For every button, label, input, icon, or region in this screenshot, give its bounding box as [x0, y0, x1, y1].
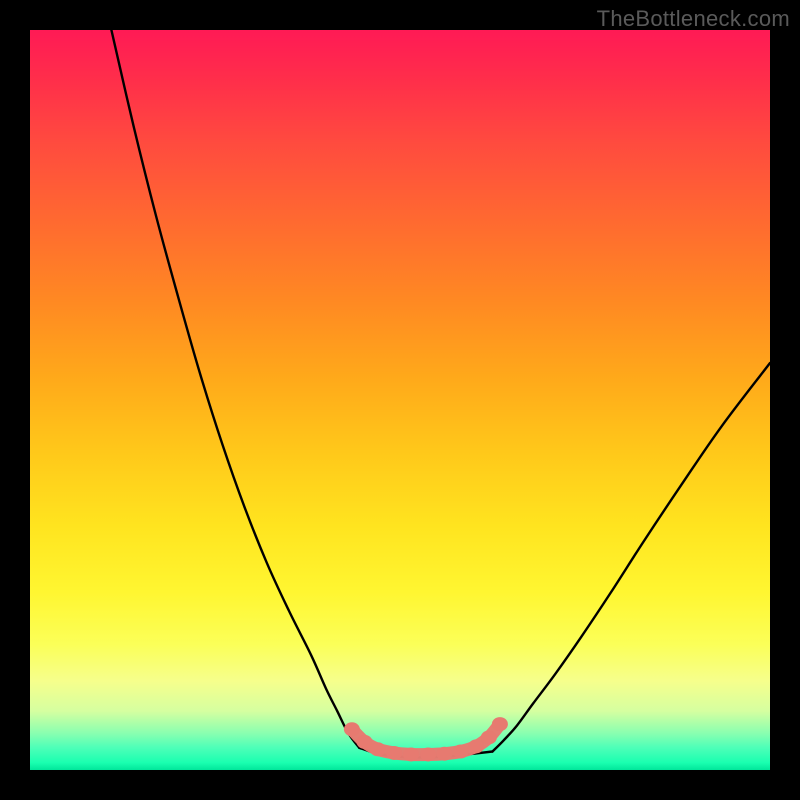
valley-markers: [344, 717, 508, 761]
valley-marker: [370, 742, 386, 756]
series-right-curve: [493, 363, 771, 752]
valley-marker: [468, 739, 484, 753]
valley-marker: [386, 746, 402, 760]
valley-marker: [481, 730, 497, 744]
series-left-curve: [111, 30, 359, 748]
curve-layer: [30, 30, 770, 770]
valley-marker: [453, 745, 469, 759]
valley-marker: [403, 747, 419, 761]
valley-marker: [344, 722, 360, 736]
chart-frame: TheBottleneck.com: [0, 0, 800, 800]
curve-paths: [111, 30, 770, 757]
valley-marker: [492, 717, 508, 731]
valley-marker: [356, 735, 372, 749]
valley-marker: [436, 747, 452, 761]
valley-marker: [420, 747, 436, 761]
watermark-text: TheBottleneck.com: [597, 6, 790, 32]
plot-area: [30, 30, 770, 770]
